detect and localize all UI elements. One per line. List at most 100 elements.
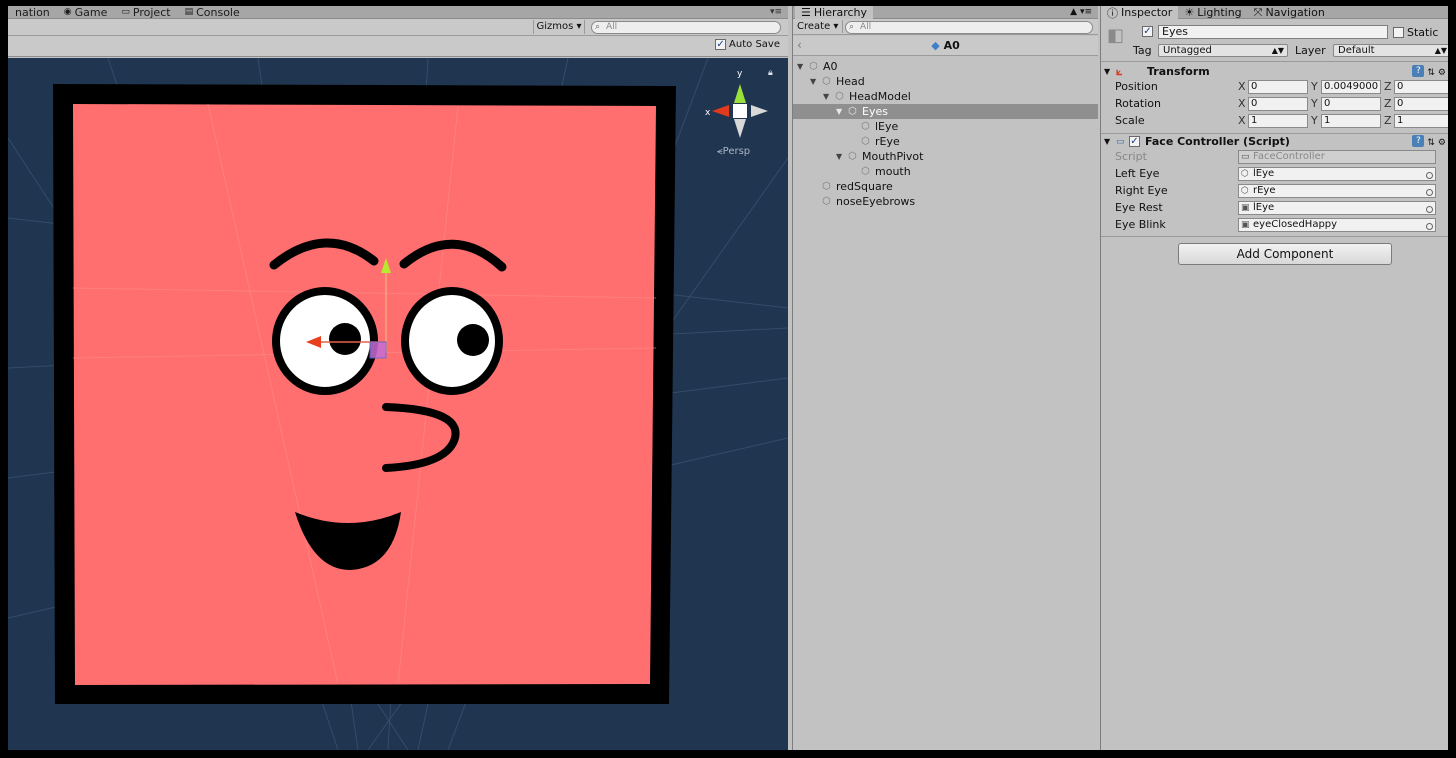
object-reference-field[interactable]: ⬡ rEye <box>1238 184 1436 198</box>
gameobject-icon: ⬡ <box>835 91 844 102</box>
tab-game[interactable]: ◉ Game <box>57 6 115 19</box>
auto-save-checkbox[interactable]: ✓ <box>715 39 727 50</box>
y-value-field[interactable]: 0.0049000 <box>1321 80 1381 94</box>
hierarchy-item[interactable]: ⬡ lEye <box>793 119 1098 134</box>
persp-label: Persp <box>722 146 751 157</box>
tab-animation[interactable]: nation <box>8 6 57 19</box>
transform-row: Rotation X 0 Y 0 Z 0 <box>1101 96 1448 112</box>
hierarchy-item-label: redSquare <box>836 180 893 193</box>
x-value-field[interactable]: 0 <box>1248 97 1308 111</box>
gizmo-center-cube[interactable] <box>733 104 747 118</box>
fold-arrow-icon[interactable]: ▼ <box>1104 134 1110 150</box>
fold-arrow-icon[interactable]: ▼ <box>836 104 842 119</box>
gizmo-plane-handle[interactable] <box>369 341 387 359</box>
object-picker-icon[interactable] <box>1426 172 1433 179</box>
face-controller-header[interactable]: ▼ ▭ ✓ Face Controller (Script) ? ⇅ ⚙ <box>1101 134 1448 150</box>
object-picker-icon[interactable] <box>1426 223 1433 230</box>
right-pupil <box>457 324 489 356</box>
hierarchy-item[interactable]: ⬡ noseEyebrows <box>793 194 1098 209</box>
orientation-gizmo[interactable]: x y <box>705 69 768 138</box>
hierarchy-search-input[interactable]: ⌕ All <box>845 21 1093 34</box>
z-value-field[interactable]: 1 <box>1394 114 1448 128</box>
face-square[interactable] <box>73 104 656 685</box>
scene-search-input[interactable]: ⌕ All <box>591 21 781 34</box>
game-icon: ◉ <box>63 7 72 17</box>
scene-toolbar: Gizmos ▾ ⌕ All <box>8 19 788 36</box>
fold-arrow-icon[interactable]: ▼ <box>810 74 816 89</box>
x-value-field[interactable]: 0 <box>1248 80 1308 94</box>
transform-header[interactable]: ▼ ⟀ Transform ? ⇅ ⚙ <box>1101 64 1448 80</box>
scene-viewport[interactable]: x y 🔒︎ ⪪Persp <box>8 58 788 750</box>
face-controller-field-row: Eye Rest ▣ lEye <box>1101 200 1448 216</box>
hierarchy-panel-tools-icon[interactable]: ▲ ▾≡ <box>1070 6 1092 19</box>
panel-menu-icon[interactable]: ▾≡ <box>770 6 782 19</box>
persp-toggle[interactable]: ⪪Persp <box>717 146 750 157</box>
gizmo-y-cone-icon[interactable] <box>734 84 746 103</box>
object-reference-field[interactable]: ⬡ lEye <box>1238 167 1436 181</box>
gameobject-icon: ⬡ <box>1241 169 1249 179</box>
lock-icon[interactable]: 🔒︎ <box>768 68 773 78</box>
z-value-field[interactable]: 0 <box>1394 80 1448 94</box>
gizmos-button[interactable]: Gizmos ▾ <box>533 20 585 34</box>
y-value-field[interactable]: 1 <box>1321 114 1381 128</box>
layer-dropdown[interactable]: Default ▲▼ <box>1333 44 1448 57</box>
object-name-field[interactable]: Eyes <box>1158 25 1388 39</box>
tab-project[interactable]: ▭ Project <box>114 6 177 19</box>
hierarchy-item[interactable]: ⬡ redSquare <box>793 179 1098 194</box>
tab-navigation-label: Navigation <box>1265 6 1325 19</box>
fold-arrow-icon[interactable]: ▼ <box>823 89 829 104</box>
gameobject-icon: ⬡ <box>822 181 831 192</box>
tab-console[interactable]: ▤ Console <box>178 6 247 19</box>
search-icon: ⌕ <box>849 22 855 32</box>
object-reference-field[interactable]: ▣ eyeClosedHappy <box>1238 218 1436 232</box>
hierarchy-item[interactable]: ▼ ⬡ MouthPivot <box>793 149 1098 164</box>
tab-hierarchy-label: Hierarchy <box>813 6 868 19</box>
hierarchy-item[interactable]: ▼ ⬡ HeadModel <box>793 89 1098 104</box>
scene-title: ◆ A0 <box>793 39 1098 52</box>
help-icon[interactable]: ? <box>1412 135 1425 147</box>
gizmo-x-cone-icon[interactable] <box>712 105 729 117</box>
hierarchy-item[interactable]: ▼ ⬡ A0 <box>793 59 1098 74</box>
object-picker-icon[interactable] <box>1426 206 1433 213</box>
create-button[interactable]: Create ▾ <box>797 20 844 33</box>
scene-canvas[interactable]: x y <box>8 58 788 750</box>
fold-arrow-icon[interactable]: ▼ <box>836 149 842 164</box>
hierarchy-item[interactable]: ⬡ mouth <box>793 164 1098 179</box>
tab-hierarchy[interactable]: ☰ Hierarchy <box>795 6 874 19</box>
z-value-field[interactable]: 0 <box>1394 97 1448 111</box>
tag-dropdown[interactable]: Untagged ▲▼ <box>1158 44 1288 57</box>
tab-navigation[interactable]: ⤧ Navigation <box>1248 6 1331 19</box>
field-label: Left Eye <box>1115 167 1160 180</box>
tab-inspector[interactable]: ⓘ Inspector <box>1101 6 1179 20</box>
face-controller-enabled-checkbox[interactable]: ✓ <box>1129 136 1140 147</box>
gizmo-negx-cone-icon[interactable] <box>751 105 768 117</box>
gizmo-negy-cone-icon[interactable] <box>734 119 746 138</box>
object-picker-icon[interactable] <box>1426 189 1433 196</box>
fold-arrow-icon[interactable]: ▼ <box>797 59 803 74</box>
object-reference-field[interactable]: ▣ lEye <box>1238 201 1436 215</box>
active-checkbox[interactable]: ✓ <box>1142 26 1153 37</box>
tab-lighting[interactable]: ☀ Lighting <box>1178 6 1247 19</box>
unity-editor-window: nation ◉ Game ▭ Project ▤ Console ▾≡ Gizmos… <box>8 6 1448 750</box>
hierarchy-item[interactable]: ▼ ⬡ Eyes <box>793 104 1098 119</box>
divider <box>1101 236 1448 237</box>
inspector-tabbar: ⓘ Inspector ☀ Lighting ⤧ Navigation <box>1101 6 1448 20</box>
fold-arrow-icon[interactable]: ▼ <box>1104 64 1110 80</box>
add-component-button[interactable]: Add Component <box>1178 243 1392 265</box>
transform-axes-icon: ⟀ <box>1116 65 1123 78</box>
hierarchy-tabbar: ☰ Hierarchy ▲ ▾≡ <box>793 6 1098 19</box>
static-toggle[interactable]: Static <box>1393 26 1438 39</box>
info-icon: ⓘ <box>1107 6 1118 20</box>
folder-icon: ▭ <box>121 7 130 17</box>
hierarchy-item[interactable]: ▼ ⬡ Head <box>793 74 1098 89</box>
hierarchy-item[interactable]: ⬡ rEye <box>793 134 1098 149</box>
y-value-field[interactable]: 0 <box>1321 97 1381 111</box>
static-checkbox[interactable] <box>1393 27 1404 38</box>
gameobject-icon: ⬡ <box>848 106 857 117</box>
transform-row-label: Position <box>1115 80 1158 93</box>
auto-save-toggle[interactable]: ✓ Auto Save <box>715 39 780 50</box>
add-component-label: Add Component <box>1236 247 1334 261</box>
script-row: Script ▭ FaceController <box>1101 149 1448 165</box>
x-value-field[interactable]: 1 <box>1248 114 1308 128</box>
help-icon[interactable]: ? <box>1412 65 1425 77</box>
